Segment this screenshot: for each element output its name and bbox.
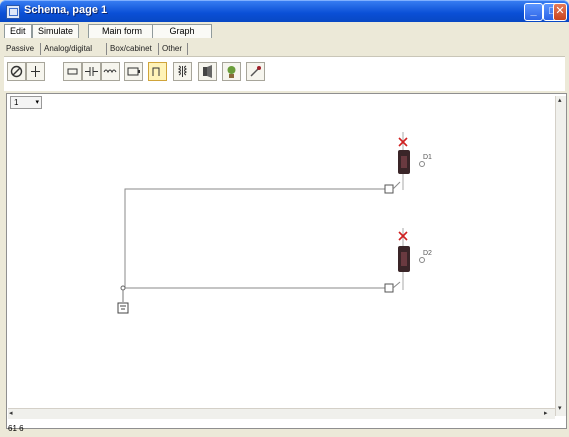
component-d1[interactable]: [398, 132, 425, 190]
status-coordinates: 61 6: [8, 424, 24, 433]
label-d2: D2: [423, 250, 432, 257]
vertical-scrollbar[interactable]: ▴ ▾: [555, 96, 566, 416]
terminal-node[interactable]: [384, 184, 394, 194]
terminal-node[interactable]: [384, 283, 394, 293]
ground-symbol[interactable]: [117, 285, 129, 314]
wire[interactable]: [392, 281, 401, 289]
component-d2[interactable]: [398, 228, 425, 290]
wire[interactable]: [124, 188, 385, 289]
app-window: Schema, page 1 _ □ ✕ Edit Simulate Main …: [0, 0, 569, 437]
scroll-down-icon[interactable]: ▾: [558, 404, 562, 412]
horizontal-scrollbar[interactable]: ◂ ▸: [8, 408, 555, 419]
scroll-left-icon[interactable]: ◂: [9, 409, 13, 417]
wire[interactable]: [392, 181, 401, 190]
label-d1: D1: [423, 154, 432, 161]
schematic-drawing: D1 D2: [117, 132, 432, 314]
scroll-up-icon[interactable]: ▴: [558, 96, 562, 104]
scroll-right-icon[interactable]: ▸: [544, 409, 548, 417]
